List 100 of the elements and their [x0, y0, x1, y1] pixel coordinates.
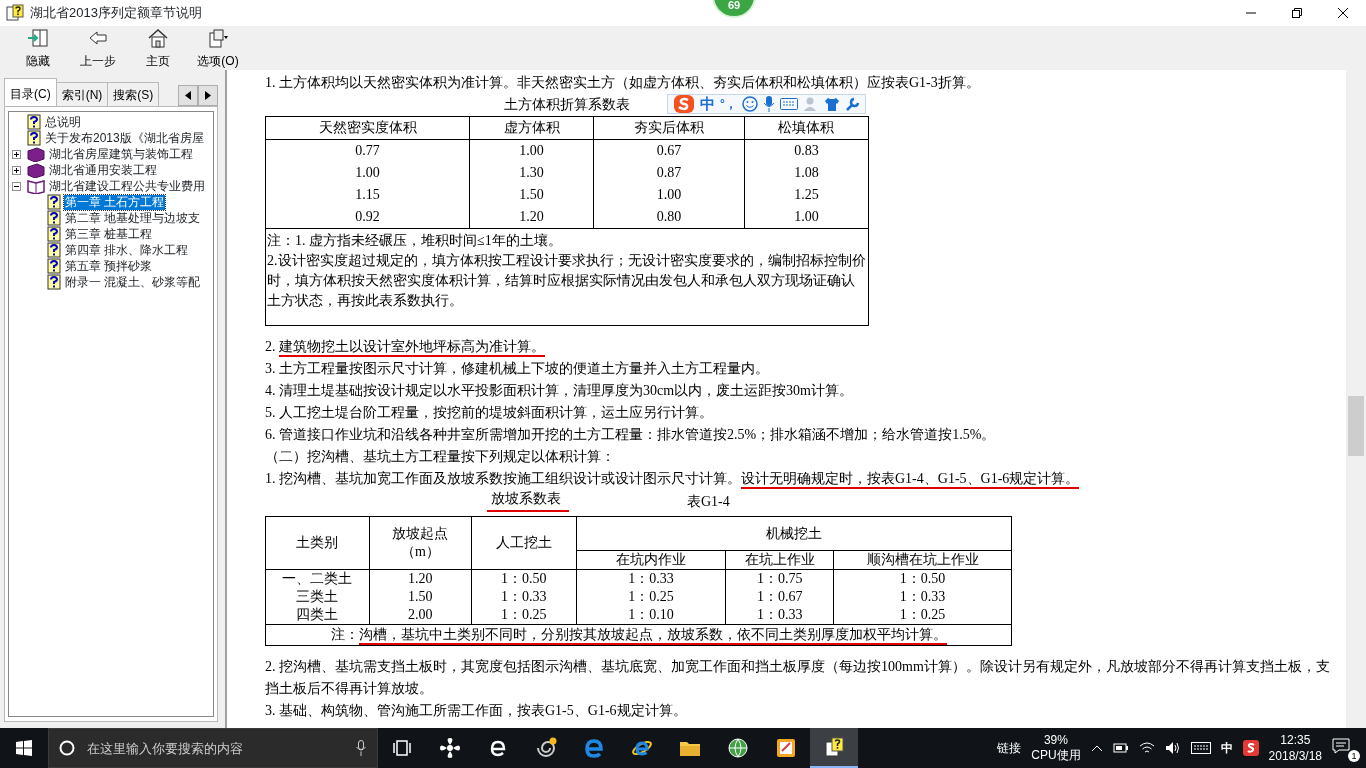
help-page-icon — [47, 258, 61, 274]
paragraph: 5. 人工挖土堤台阶工程量，按挖前的堤坡斜面积计算，运土应另行计算。 — [265, 404, 714, 422]
collapse-icon[interactable] — [12, 181, 21, 191]
paragraph: 3. 基础、构筑物、管沟施工所需工作面，按表G1-5、G1-6规定计算。 — [265, 702, 688, 720]
table-cell: 0.80 — [593, 206, 745, 229]
table-cell: 1：0.25 — [471, 606, 577, 625]
column-header: 人工挖土 — [471, 516, 577, 570]
input-mode-toggle[interactable]: 中 — [700, 92, 715, 116]
right-arrow-icon — [205, 91, 211, 100]
table-cell: 1：0.33 — [725, 606, 834, 625]
table-cell: 1.25 — [744, 184, 869, 206]
tree-item[interactable]: 第三章 桩基工程 — [64, 226, 154, 242]
help-page-icon — [47, 274, 61, 290]
table-cell: 1.50 — [369, 588, 472, 606]
tree-item[interactable]: 湖北省通用安装工程 — [48, 162, 158, 178]
tree-item[interactable]: 湖北省建设工程公共专业费用 — [48, 178, 206, 194]
column-header: 土类别 — [265, 516, 370, 570]
table-title: 放坡系数表 — [487, 488, 569, 512]
table-cell: 0.67 — [593, 139, 745, 162]
help-page-icon — [47, 194, 61, 210]
table-cell: 1：0.50 — [833, 569, 1012, 588]
column-header: 在坑上作业 — [725, 550, 834, 570]
table-note: 注：1. 虚方指未经碾压，堆积时间≤1年的土壤。 — [267, 232, 563, 250]
taskbar-link-label: 链接 — [997, 740, 1022, 757]
tree-item[interactable]: 关于发布2013版《湖北省房屋 — [44, 130, 205, 146]
column-header: 机械挖土 — [576, 516, 1012, 551]
help-page-icon — [47, 210, 61, 226]
table-cell: 1：0.33 — [833, 588, 1012, 606]
back-arrow-icon — [87, 28, 109, 48]
scroll-left-button[interactable] — [178, 85, 198, 106]
left-arrow-icon — [185, 91, 191, 100]
table-cell: 1：0.25 — [833, 606, 1012, 625]
tree-item[interactable]: 第二章 地基处理与边坡支 — [64, 210, 202, 226]
microphone-icon[interactable] — [356, 740, 366, 756]
back-button[interactable]: 上一步 — [68, 26, 128, 70]
taskbar-search-field[interactable]: 在这里输入你要搜索的内容 — [48, 728, 378, 768]
smiley-icon[interactable] — [741, 96, 758, 112]
column-header: 松填体积 — [744, 116, 869, 140]
swirl-icon — [535, 737, 557, 759]
table-cell: 0.83 — [744, 139, 869, 162]
paragraph: 2. 挖沟槽、基坑需支挡土板时，其宽度包括图示沟槽、基坑底宽、加宽工作面和挡土板厚度（每边按100mm计算）。除设计另有规定外，凡放坡部分不得再计算支挡土板，支挡土板后不得再计算放坡。 — [265, 658, 1331, 698]
chevron-up-icon[interactable] — [1090, 744, 1103, 752]
table-cell: 三类土 — [265, 588, 370, 606]
notification-count: 1 — [1348, 750, 1360, 762]
table-cell: 2.00 — [369, 606, 472, 625]
wifi-icon[interactable] — [1138, 741, 1155, 755]
tree-item[interactable]: 附录一 混凝土、砂浆等配 — [64, 274, 202, 290]
input-language-indicator[interactable]: 中 — [1220, 739, 1233, 757]
home-icon — [147, 28, 169, 48]
punctuation-toggle[interactable]: °， — [720, 95, 737, 113]
home-button[interactable]: 主页 — [128, 26, 188, 70]
expand-icon[interactable] — [12, 165, 21, 175]
tree-item[interactable]: 第五章 预拌砂浆 — [64, 258, 154, 274]
shirt-icon[interactable] — [823, 96, 840, 112]
help-page-icon — [27, 114, 41, 130]
notepad-icon — [775, 737, 797, 759]
edge-logo-icon — [583, 737, 605, 759]
tree-item[interactable]: 第四章 排水、降水工程 — [64, 242, 190, 258]
table-cell: 1：0.50 — [471, 569, 577, 588]
task-view-icon — [393, 740, 411, 756]
battery-icon[interactable] — [1112, 742, 1129, 754]
column-header: 虚方体积 — [469, 116, 594, 140]
pane-tab[interactable]: 搜索(S) — [107, 82, 160, 106]
table-cell: 1.15 — [265, 184, 470, 206]
close-icon — [1338, 8, 1348, 18]
table-cell: 1.30 — [469, 162, 594, 184]
hide-button[interactable]: 隐藏 — [8, 26, 68, 70]
clock-date[interactable]: 2018/3/18 — [1268, 748, 1322, 764]
scrollbar-thumb[interactable] — [1348, 396, 1364, 456]
microphone-icon[interactable] — [762, 96, 775, 112]
scroll-right-button[interactable] — [198, 85, 218, 106]
paragraph: （二）挖沟槽、基坑土方工程量按下列规定以体积计算： — [265, 448, 616, 466]
options-button[interactable]: 选项(O) — [188, 26, 248, 70]
open-book-icon — [27, 178, 45, 194]
tree-item[interactable]: 第一章 土石方工程 — [64, 194, 166, 210]
tree-item[interactable]: 湖北省房屋建筑与装饰工程 — [48, 146, 194, 162]
taskbar-app-button[interactable] — [810, 728, 858, 768]
column-header: 顺沟槽在坑上作业 — [833, 550, 1012, 570]
clock-time[interactable]: 12:35 — [1280, 732, 1311, 748]
help-file-icon — [823, 736, 845, 758]
table-cell: 1.20 — [469, 206, 594, 229]
hide-pane-icon — [27, 28, 49, 48]
expand-icon[interactable] — [12, 149, 21, 159]
table-cell: 0.87 — [593, 162, 745, 184]
help-page-icon — [47, 226, 61, 242]
paragraph: 4. 清理土堤基础按设计规定以水平投影面积计算，清理厚度为30cm以内，废土运距按30m计算。 — [265, 382, 854, 400]
notification-icon[interactable] — [1332, 737, 1350, 754]
help-page-icon — [47, 242, 61, 258]
table-cell: 1.00 — [593, 184, 745, 206]
table-cell: 1：0.75 — [725, 569, 834, 588]
pane-tab[interactable]: 目录(C) — [4, 78, 57, 106]
help-page-icon — [27, 130, 41, 146]
volume-icon[interactable] — [1164, 741, 1181, 755]
cortana-icon — [59, 740, 75, 756]
tree-item[interactable]: 总说明 — [44, 114, 82, 130]
sogou-logo-icon[interactable] — [1242, 740, 1259, 756]
restore-icon — [1292, 8, 1302, 18]
table-cell: 四类土 — [265, 606, 370, 625]
vertical-scrollbar[interactable] — [1346, 70, 1366, 728]
wrench-icon[interactable] — [844, 96, 860, 112]
